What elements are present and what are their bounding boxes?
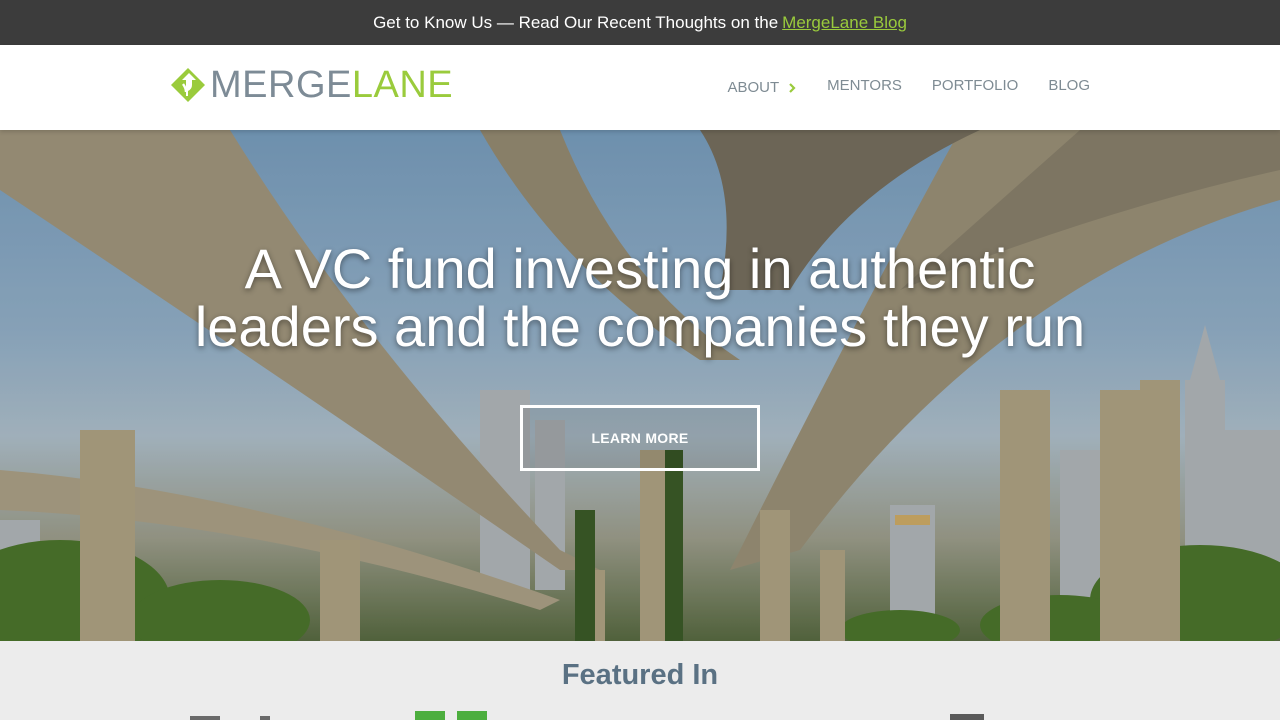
merge-arrow-icon <box>171 68 205 102</box>
nav-item-label: BLOG <box>1048 77 1090 94</box>
logo-text-merge: MERGE <box>210 64 352 106</box>
learn-more-button[interactable]: LEARN MORE <box>520 405 760 471</box>
announcement-text: Get to Know Us — Read Our Recent Thought… <box>373 12 779 32</box>
nav-item-label: PORTFOLIO <box>931 77 1019 94</box>
featured-in-section: Featured In <box>0 641 1280 720</box>
nav-item-portfolio[interactable]: PORTFOLIO <box>932 77 1018 94</box>
press-logo-2 <box>415 711 487 720</box>
nav-item-label: ABOUT <box>727 79 780 96</box>
blog-link[interactable]: MergeLane Blog <box>782 13 907 33</box>
site-header: MERGELANE ABOUT MENTORS PORTFOLIO BLOG <box>0 45 1280 130</box>
announcement-bar: Get to Know Us — Read Our Recent Thought… <box>0 0 1280 45</box>
logo-text-lane: LANE <box>351 64 454 106</box>
nav-item-label: MENTORS <box>827 77 902 94</box>
nav-item-about[interactable]: ABOUT <box>727 79 797 96</box>
nav-item-blog[interactable]: BLOG <box>1048 77 1090 94</box>
main-nav: ABOUT MENTORS PORTFOLIO BLOG <box>727 75 1090 96</box>
featured-in-title: Featured In <box>561 659 719 691</box>
hero-title: A VC fund investing in authentic leaders… <box>0 240 1280 356</box>
hero-title-line-2: leaders and the companies they run <box>194 295 1086 358</box>
nav-item-mentors[interactable]: MENTORS <box>827 77 902 94</box>
press-logo-1 <box>190 716 270 720</box>
hero-title-line-1: A VC fund investing in authentic <box>244 237 1036 300</box>
press-logo-3 <box>950 714 984 720</box>
hero-background-image <box>0 130 1280 641</box>
mergelane-logo[interactable]: MERGELANE <box>170 65 453 105</box>
hero-section: A VC fund investing in authentic leaders… <box>0 130 1280 641</box>
chevron-right-icon <box>789 82 796 93</box>
